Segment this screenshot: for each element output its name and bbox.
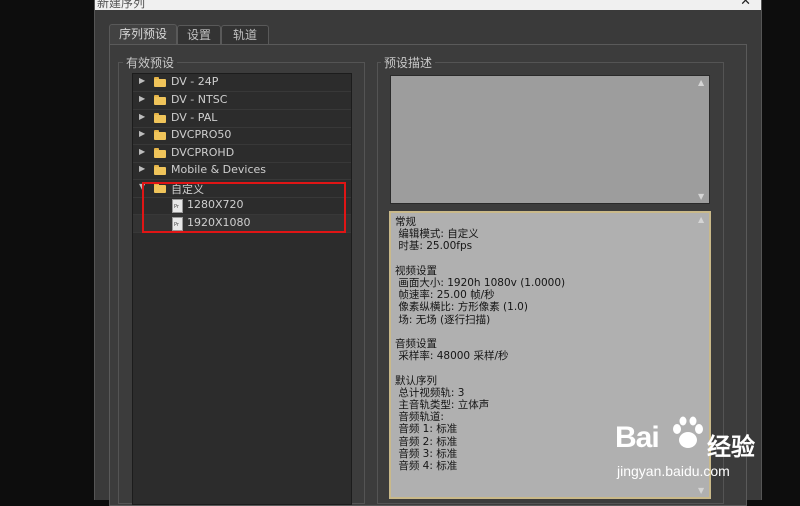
tree-item-label: DV - NTSC: [171, 93, 228, 106]
description-line: 音频设置: [395, 338, 437, 351]
close-icon[interactable]: ✕: [740, 0, 751, 9]
tab-tracks[interactable]: 轨道: [221, 25, 269, 44]
tree-item-label: DVCPRO50: [171, 128, 232, 141]
watermark-jingyan: 经验: [707, 434, 755, 461]
folder-icon: [154, 165, 166, 175]
description-line: 默认序列: [395, 374, 437, 387]
description-line: 音频 2: 标准: [395, 435, 458, 448]
description-line: 主音轨类型: 立体声: [395, 399, 490, 412]
description-line: [395, 326, 565, 338]
tree-item-dvcprohd[interactable]: ▶ DVCPROHD: [133, 145, 351, 163]
tab-settings[interactable]: 设置: [177, 25, 221, 44]
description-line: 场: 无场 (逐行扫描): [395, 313, 491, 326]
description-line: 视频设置: [395, 264, 437, 277]
chevron-right-icon[interactable]: ▶: [139, 112, 145, 121]
window-title: 新建序列: [97, 0, 146, 10]
annotation-highlight-box: [142, 182, 346, 233]
scroll-up-icon[interactable]: ▲: [698, 215, 704, 224]
tree-item-label: DV - 24P: [171, 75, 219, 88]
title-bar: 新建序列 ✕: [95, 0, 761, 10]
folder-icon: [154, 113, 166, 123]
scroll-up-icon[interactable]: ▲: [698, 78, 704, 87]
paw-logo-icon: [673, 416, 703, 448]
description-line: 画面大小: 1920h 1080v (1.0000): [395, 277, 566, 290]
description-group-label: 预设描述: [381, 54, 436, 71]
tree-item-dv-pal[interactable]: ▶ DV - PAL: [133, 110, 351, 128]
tree-item-label: DV - PAL: [171, 111, 218, 124]
description-line: [395, 362, 565, 374]
description-line: 采样率: 48000 采样/秒: [395, 350, 509, 363]
tab-sequence-presets[interactable]: 序列预设: [109, 24, 177, 45]
folder-icon: [154, 148, 166, 158]
tree-item-dvcpro50[interactable]: ▶ DVCPRO50: [133, 127, 351, 145]
chevron-right-icon[interactable]: ▶: [139, 164, 145, 173]
tree-item-dv-ntsc[interactable]: ▶ DV - NTSC: [133, 92, 351, 110]
description-line: 帧速率: 25.00 帧/秒: [395, 289, 495, 302]
chevron-right-icon[interactable]: ▶: [139, 76, 145, 85]
description-line: 像素纵横比: 方形像素 (1.0): [395, 301, 528, 314]
folder-icon: [154, 95, 166, 105]
folder-icon: [154, 130, 166, 140]
presets-tree[interactable]: ▶ DV - 24P ▶ DV - NTSC ▶ DV - PAL ▶ DVCP…: [132, 73, 352, 505]
description-line: [395, 253, 565, 265]
tree-item-mobile-devices[interactable]: ▶ Mobile & Devices: [133, 162, 351, 180]
chevron-right-icon[interactable]: ▶: [139, 94, 145, 103]
presets-group-label: 有效预设: [123, 54, 178, 71]
description-line: 音频 4: 标准: [395, 460, 458, 473]
folder-icon: [154, 77, 166, 87]
tree-item-label: Mobile & Devices: [171, 163, 267, 176]
tree-item-dv-24p[interactable]: ▶ DV - 24P: [133, 74, 351, 92]
watermark-brand: Bai: [615, 421, 660, 454]
description-line: 音频 3: 标准: [395, 447, 458, 460]
tree-item-label: DVCPROHD: [171, 146, 235, 159]
preset-description-box[interactable]: ▲ ▼: [390, 75, 710, 204]
description-line: 音频轨道:: [395, 411, 444, 424]
description-line: 总计视频轨: 3: [395, 386, 465, 399]
scroll-down-icon[interactable]: ▼: [698, 192, 704, 201]
preset-details-text: 常规 编辑模式: 自定义 时基: 25.00fps 视频设置 画面大小: 192…: [395, 216, 565, 472]
description-line: 常规: [395, 216, 416, 228]
description-line: 编辑模式: 自定义: [395, 228, 479, 241]
description-line: 时基: 25.00fps: [395, 240, 473, 253]
chevron-right-icon[interactable]: ▶: [139, 129, 145, 138]
chevron-right-icon[interactable]: ▶: [139, 147, 145, 156]
description-line: 音频 1: 标准: [395, 423, 458, 436]
description-scrollbar[interactable]: ▲ ▼: [695, 76, 709, 203]
watermark-url: jingyan.baidu.com: [617, 463, 730, 479]
baidu-jingyan-watermark: Bai 经验 jingyan.baidu.com: [613, 413, 763, 495]
